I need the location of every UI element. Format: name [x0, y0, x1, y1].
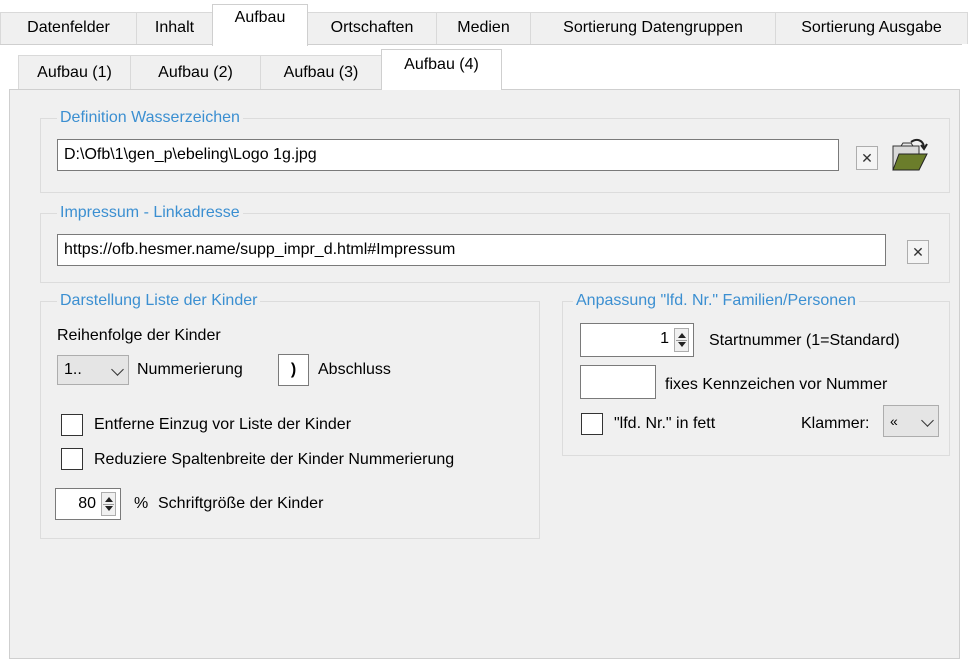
bold-number-label: "lfd. Nr." in fett: [614, 415, 716, 432]
numbering-label: Nummerierung: [137, 361, 243, 378]
tab-inhalt[interactable]: Inhalt: [136, 12, 213, 44]
reduce-width-checkbox[interactable]: [61, 448, 83, 470]
bracket-select-value: «: [890, 413, 898, 429]
tab-sortierung-ausgabe[interactable]: Sortierung Ausgabe: [775, 12, 968, 44]
closing-char-input[interactable]: ): [278, 354, 309, 386]
tab-aufbau-4[interactable]: Aufbau (4): [381, 49, 502, 90]
impressum-clear-button[interactable]: ✕: [907, 240, 929, 264]
font-size-unit: %: [134, 495, 149, 512]
numbering-adjust-legend: Anpassung "lfd. Nr." Familien/Personen: [573, 292, 859, 310]
folder-open-icon[interactable]: [891, 136, 929, 174]
start-number-value: 1: [660, 330, 669, 347]
tab-aufbau-3[interactable]: Aufbau (3): [260, 55, 382, 89]
font-size-spin-buttons[interactable]: [101, 492, 116, 516]
impressum-url-input[interactable]: https://ofb.hesmer.name/supp_impr_d.html…: [57, 234, 886, 266]
start-number-spin-buttons[interactable]: [674, 328, 689, 352]
font-size-label: Schriftgröße der Kinder: [158, 495, 324, 512]
bracket-select[interactable]: «: [883, 405, 939, 437]
font-size-value: 80: [78, 495, 96, 512]
children-list-legend: Darstellung Liste der Kinder: [57, 292, 261, 310]
remove-indent-label: Entferne Einzug vor Liste der Kinder: [94, 416, 352, 433]
start-number-stepper[interactable]: 1: [580, 323, 694, 357]
children-order-label: Reihenfolge der Kinder: [57, 327, 221, 344]
remove-indent-checkbox[interactable]: [61, 414, 83, 436]
start-number-label: Startnummer (1=Standard): [709, 332, 900, 349]
tab-aufbau[interactable]: Aufbau: [212, 4, 308, 46]
tab-aufbau-2[interactable]: Aufbau (2): [130, 55, 261, 89]
tab-aufbau-1[interactable]: Aufbau (1): [18, 55, 131, 89]
prefix-label: fixes Kennzeichen vor Nummer: [665, 376, 888, 393]
watermark-path-input[interactable]: D:\Ofb\1\gen_p\ebeling\Logo 1g.jpg: [57, 139, 839, 171]
tab-medien[interactable]: Medien: [436, 12, 531, 44]
chevron-down-icon: [921, 414, 934, 427]
tab-ortschaften[interactable]: Ortschaften: [307, 12, 437, 44]
spin-down-icon: [105, 506, 113, 511]
numbering-select-value: 1..: [64, 361, 82, 378]
tab-datenfelder[interactable]: Datenfelder: [0, 12, 137, 44]
watermark-clear-button[interactable]: ✕: [856, 146, 878, 170]
reduce-width-label: Reduziere Spaltenbreite der Kinder Numme…: [94, 451, 455, 468]
tab-sortierung-datengruppen[interactable]: Sortierung Datengruppen: [530, 12, 776, 44]
tab-bar-divider: [0, 44, 962, 45]
closing-label: Abschluss: [318, 361, 391, 378]
numbering-select[interactable]: 1..: [57, 355, 129, 385]
spin-up-icon: [105, 497, 113, 502]
spin-down-icon: [678, 342, 686, 347]
spin-up-icon: [678, 333, 686, 338]
watermark-legend: Definition Wasserzeichen: [57, 109, 243, 127]
font-size-stepper[interactable]: 80: [55, 488, 121, 520]
chevron-down-icon: [111, 363, 124, 376]
prefix-input[interactable]: [580, 365, 656, 399]
impressum-legend: Impressum - Linkadresse: [57, 204, 243, 222]
main-tab-bar: Datenfelder Inhalt Aufbau Ortschaften Me…: [0, 0, 968, 46]
bold-number-checkbox[interactable]: [581, 413, 603, 435]
bracket-label: Klammer:: [801, 415, 870, 432]
